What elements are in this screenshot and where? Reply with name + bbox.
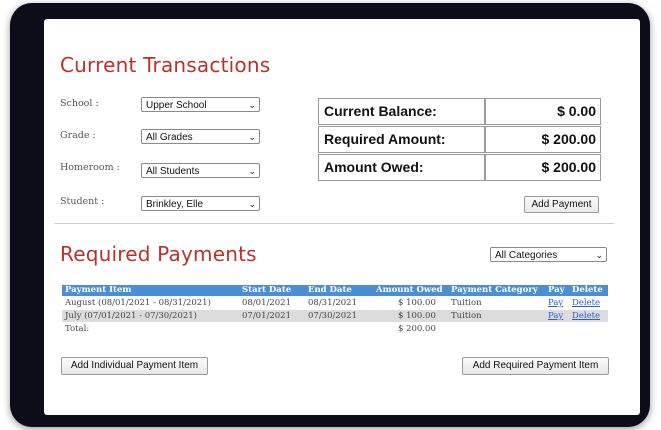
total-amount: $ 200.00 <box>398 324 436 334</box>
required-payments-table: Payment Item Start Date End Date Amount … <box>62 285 608 357</box>
student-label: Student : <box>60 196 105 207</box>
student-select[interactable]: Brinkley, Elle ⌄ <box>141 196 260 211</box>
row-category: Tuition <box>451 298 482 308</box>
table-header: Payment Item Start Date End Date Amount … <box>62 285 608 296</box>
device-frame: Current Transactions School : Upper Scho… <box>10 3 650 427</box>
school-select[interactable]: Upper School ⌄ <box>141 97 260 112</box>
required-payments-title: Required Payments <box>60 242 257 266</box>
row-start-date: 08/01/2021 <box>242 298 291 308</box>
pay-link[interactable]: Pay <box>548 297 563 309</box>
delete-link[interactable]: Delete <box>572 310 600 322</box>
row-item: July (07/01/2021 - 07/30/2021) <box>65 311 197 321</box>
category-select-value: All Categories <box>495 250 558 261</box>
section-divider <box>54 223 614 224</box>
chevron-down-icon: ⌄ <box>595 250 603 260</box>
category-select[interactable]: All Categories ⌄ <box>490 247 607 262</box>
chevron-down-icon: ⌄ <box>248 199 256 209</box>
amount-owed-label: Amount Owed: <box>318 154 485 181</box>
school-label: School : <box>60 98 99 109</box>
current-balance-value: $ 0.00 <box>485 98 601 125</box>
row-start-date: 07/01/2021 <box>242 311 291 321</box>
row-category: Tuition <box>451 311 482 321</box>
table-total-row: Total: $ 200.00 <box>62 323 608 335</box>
homeroom-select[interactable]: All Students ⌄ <box>141 163 260 178</box>
row-item: August (08/01/2021 - 08/31/2021) <box>65 298 211 308</box>
col-start-date: Start Date <box>242 285 292 295</box>
grade-label: Grade : <box>60 130 96 141</box>
col-pay: Pay <box>548 285 565 295</box>
row-end-date: 07/30/2021 <box>308 311 357 321</box>
grade-select[interactable]: All Grades ⌄ <box>141 129 260 144</box>
col-end-date: End Date <box>308 285 352 295</box>
col-amount-owed: Amount Owed <box>376 285 443 295</box>
current-transactions-title: Current Transactions <box>60 53 271 77</box>
homeroom-select-value: All Students <box>146 166 200 177</box>
current-balance-label: Current Balance: <box>318 98 485 125</box>
chevron-down-icon: ⌄ <box>248 100 256 110</box>
required-amount-value: $ 200.00 <box>485 126 601 153</box>
add-payment-button[interactable]: Add Payment <box>524 196 599 213</box>
pay-link[interactable]: Pay <box>548 310 563 322</box>
chevron-down-icon: ⌄ <box>248 166 256 176</box>
school-select-value: Upper School <box>146 100 207 111</box>
total-label: Total: <box>65 324 90 334</box>
row-amount: $ 100.00 <box>398 298 436 308</box>
grade-select-value: All Grades <box>146 132 193 143</box>
table-row: August (08/01/2021 - 08/31/2021) 08/01/2… <box>62 297 608 309</box>
delete-link[interactable]: Delete <box>572 297 600 309</box>
row-end-date: 08/31/2021 <box>308 298 357 308</box>
amount-owed-value: $ 200.00 <box>485 154 601 181</box>
row-amount: $ 100.00 <box>398 311 436 321</box>
required-amount-label: Required Amount: <box>318 126 485 153</box>
col-delete: Delete <box>572 285 603 295</box>
add-individual-payment-item-button[interactable]: Add Individual Payment Item <box>61 357 208 375</box>
homeroom-label: Homeroom : <box>60 162 120 173</box>
table-row: July (07/01/2021 - 07/30/2021) 07/01/202… <box>62 310 608 322</box>
col-payment-item: Payment Item <box>65 285 132 295</box>
col-payment-category: Payment Category <box>451 285 538 295</box>
chevron-down-icon: ⌄ <box>248 132 256 142</box>
add-required-payment-item-button[interactable]: Add Required Payment Item <box>462 357 609 375</box>
student-select-value: Brinkley, Elle <box>146 199 204 210</box>
app-screen: Current Transactions School : Upper Scho… <box>44 19 640 415</box>
